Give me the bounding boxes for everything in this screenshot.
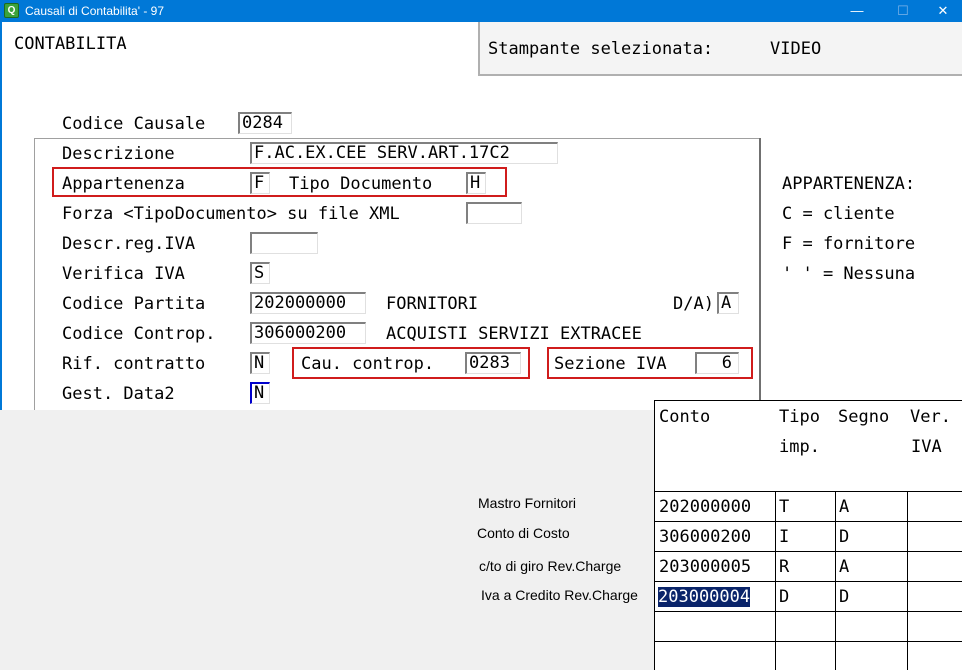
row-label: Mastro Fornitori (478, 495, 577, 511)
codice-controp-desc: ACQUISTI SERVIZI EXTRACEE (386, 324, 642, 344)
header-tipo: Tipo (779, 407, 820, 427)
header-ver: Ver. (910, 407, 951, 427)
row-divider (655, 491, 962, 492)
row-label: Iva a Credito Rev.Charge (481, 587, 638, 603)
app-icon: Q (4, 3, 19, 18)
row-divider (655, 611, 962, 612)
gest-data2-field[interactable]: N (250, 382, 270, 404)
rif-contratto-label: Rif. contratto (62, 354, 206, 374)
gest-data2-label: Gest. Data2 (62, 384, 175, 404)
codice-causale-field[interactable]: 0284 (238, 112, 292, 134)
da-field[interactable]: A (717, 292, 739, 314)
cell-conto[interactable]: 202000000 (659, 497, 751, 517)
minimize-icon[interactable]: — (834, 0, 880, 22)
descrizione-label: Descrizione (62, 144, 175, 164)
codice-controp-field[interactable]: 306000200 (250, 322, 366, 344)
codice-partita-field[interactable]: 202000000 (250, 292, 366, 314)
header-ver-iva: IVA (911, 437, 942, 457)
row-divider (655, 581, 962, 582)
cell-tipo[interactable]: I (779, 527, 789, 547)
group-border (34, 138, 760, 139)
legend-title: APPARTENENZA: (782, 174, 916, 194)
highlight-appartenenza (52, 167, 507, 197)
cell-conto-selected[interactable]: 203000004 (658, 587, 751, 607)
printer-value: VIDEO (770, 39, 822, 59)
cell-segno[interactable]: A (839, 557, 849, 577)
legend-line: F = fornitore (782, 234, 916, 254)
header-conto: Conto (659, 407, 711, 427)
row-divider (655, 641, 962, 642)
descrizione-field[interactable]: F.AC.EX.CEE SERV.ART.17C2 (250, 142, 558, 164)
cell-tipo[interactable]: D (779, 587, 789, 607)
codice-controp-label: Codice Controp. (62, 324, 216, 344)
accounts-table: Conto Tipo imp. Segno Ver. IVA 202000000… (654, 400, 962, 670)
legend-line: C = cliente (782, 204, 895, 224)
verifica-iva-label: Verifica IVA (62, 264, 185, 284)
group-border-right (759, 138, 761, 410)
cell-segno[interactable]: D (839, 587, 849, 607)
printer-label: Stampante selezionata: (488, 39, 714, 59)
codice-partita-desc: FORNITORI (386, 294, 479, 314)
forza-tipo-field[interactable] (466, 202, 522, 224)
rif-contratto-field[interactable]: N (250, 352, 270, 374)
highlight-sezione-iva (547, 347, 753, 379)
close-icon[interactable]: ✕ (920, 0, 962, 22)
row-divider (655, 521, 962, 522)
row-label: Conto di Costo (477, 525, 570, 541)
forza-tipo-label: Forza <TipoDocumento> su file XML (62, 204, 400, 224)
descr-reg-iva-label: Descr.reg.IVA (62, 234, 196, 254)
group-border-left (34, 138, 35, 410)
header-segno: Segno (838, 407, 890, 427)
legend-line: ' ' = Nessuna (782, 264, 916, 284)
highlight-cau-controp (292, 347, 530, 379)
window-title: Causali di Contabilita' - 97 (25, 4, 165, 18)
cell-segno[interactable]: D (839, 527, 849, 547)
cell-tipo[interactable]: R (779, 557, 789, 577)
row-divider (655, 551, 962, 552)
cell-conto[interactable]: 306000200 (659, 527, 751, 547)
header-tipo-imp: imp. (779, 437, 820, 457)
codice-partita-label: Codice Partita (62, 294, 206, 314)
printer-panel: Stampante selezionata: VIDEO (478, 22, 962, 76)
cell-conto[interactable]: 203000005 (659, 557, 751, 577)
descr-reg-iva-field[interactable] (250, 232, 318, 254)
da-label: D/A) (673, 294, 714, 314)
title-bar: Q Causali di Contabilita' - 97 — ☐ ✕ (0, 0, 962, 22)
cell-tipo[interactable]: T (779, 497, 789, 517)
verifica-iva-field[interactable]: S (250, 262, 270, 284)
module-title: CONTABILITA (14, 34, 127, 54)
cell-segno[interactable]: A (839, 497, 849, 517)
codice-causale-label: Codice Causale (62, 114, 206, 134)
row-label: c/to di giro Rev.Charge (479, 558, 622, 574)
